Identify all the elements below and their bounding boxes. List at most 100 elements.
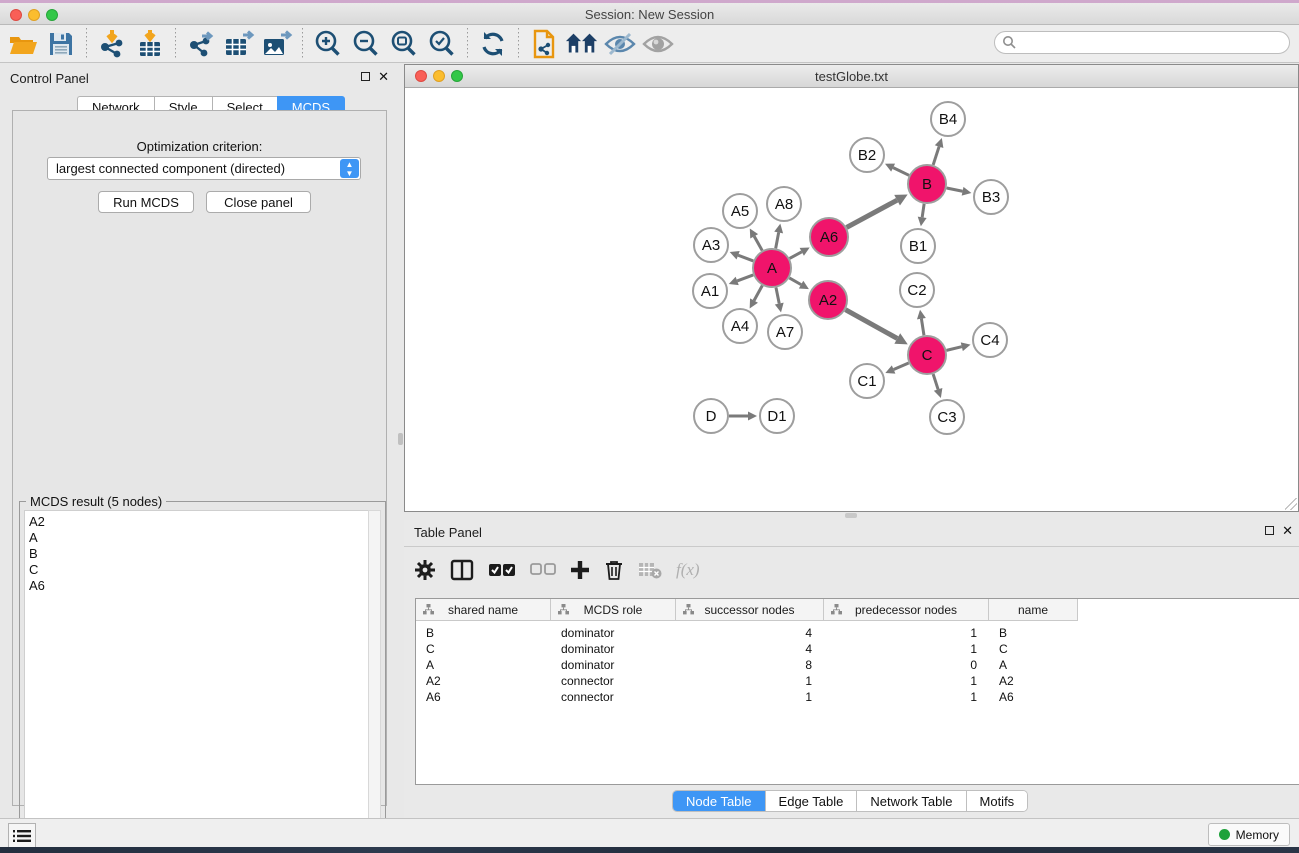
- graph-node-A8[interactable]: A8: [767, 187, 801, 221]
- delete-column-icon[interactable]: [604, 559, 624, 581]
- edge-A-A5[interactable]: [754, 236, 762, 250]
- column-header-predecessor-nodes[interactable]: predecessor nodes: [824, 599, 989, 621]
- graph-node-D1[interactable]: D1: [760, 399, 794, 433]
- window-resize-grip[interactable]: [1285, 498, 1297, 510]
- tab-edge-table[interactable]: Edge Table: [766, 791, 858, 811]
- search-input[interactable]: [994, 31, 1290, 54]
- close-panel-button[interactable]: Close panel: [206, 191, 311, 213]
- graph-node-D[interactable]: D: [694, 399, 728, 433]
- edge-A-A6[interactable]: [790, 252, 802, 259]
- float-table-panel-icon[interactable]: [1265, 526, 1274, 535]
- edge-B-B4[interactable]: [933, 147, 939, 165]
- graph-node-C3[interactable]: C3: [930, 400, 964, 434]
- result-scrollbar[interactable]: [368, 510, 381, 840]
- zoom-out-icon[interactable]: [349, 28, 383, 60]
- float-panel-icon[interactable]: [361, 72, 370, 81]
- graph-node-B2[interactable]: B2: [850, 138, 884, 172]
- save-session-icon[interactable]: [44, 28, 78, 60]
- tab-motifs[interactable]: Motifs: [967, 791, 1028, 811]
- vertical-split-handle[interactable]: [398, 433, 403, 445]
- tab-network-table[interactable]: Network Table: [857, 791, 966, 811]
- edge-B-B1[interactable]: [922, 204, 924, 218]
- column-header-name[interactable]: name: [989, 599, 1078, 621]
- export-network-icon[interactable]: [184, 28, 218, 60]
- edge-A6-B[interactable]: [847, 200, 898, 227]
- graph-node-A3[interactable]: A3: [694, 228, 728, 262]
- node-table-header: shared nameMCDS rolesuccessor nodesprede…: [416, 599, 1078, 621]
- export-image-icon[interactable]: [260, 28, 294, 60]
- graph-node-C4[interactable]: C4: [973, 323, 1007, 357]
- graph-node-A2[interactable]: A2: [809, 281, 847, 319]
- memory-button[interactable]: Memory: [1208, 823, 1290, 846]
- graph-node-A1[interactable]: A1: [693, 274, 727, 308]
- apply-layout-icon[interactable]: [476, 28, 510, 60]
- network-document-icon[interactable]: [527, 28, 561, 60]
- mcds-result-list[interactable]: A2ABCA6: [24, 510, 370, 840]
- task-history-button[interactable]: [8, 823, 36, 848]
- result-item[interactable]: A2: [29, 514, 369, 530]
- close-table-panel-icon[interactable]: ✕: [1282, 526, 1293, 535]
- result-item[interactable]: B: [29, 546, 369, 562]
- close-panel-icon[interactable]: ✕: [378, 72, 389, 81]
- graph-node-A5[interactable]: A5: [723, 194, 757, 228]
- graph-node-A4[interactable]: A4: [723, 309, 757, 343]
- toggle-column-panel-icon[interactable]: [450, 559, 474, 581]
- table-cell: B: [416, 625, 551, 641]
- table-row[interactable]: Adominator80A: [416, 657, 1078, 673]
- zoom-in-icon[interactable]: [311, 28, 345, 60]
- run-mcds-button[interactable]: Run MCDS: [98, 191, 194, 213]
- table-settings-gear-icon[interactable]: [414, 559, 436, 581]
- create-column-icon[interactable]: [570, 560, 590, 580]
- node-table[interactable]: shared nameMCDS rolesuccessor nodesprede…: [415, 598, 1299, 785]
- edge-C-C2[interactable]: [921, 319, 924, 336]
- home-icon[interactable]: [565, 28, 599, 60]
- table-row[interactable]: A2connector11A2: [416, 673, 1078, 689]
- graph-node-B3[interactable]: B3: [974, 180, 1008, 214]
- column-header-shared-name[interactable]: shared name: [416, 599, 551, 621]
- select-all-columns-icon[interactable]: [488, 562, 516, 578]
- graph-node-B1[interactable]: B1: [901, 229, 935, 263]
- table-row[interactable]: Cdominator41C: [416, 641, 1078, 657]
- graph-node-A7[interactable]: A7: [768, 315, 802, 349]
- edge-A-A2[interactable]: [789, 278, 801, 285]
- table-row[interactable]: Bdominator41B: [416, 625, 1078, 641]
- result-item[interactable]: C: [29, 562, 369, 578]
- edge-A-A4[interactable]: [754, 286, 762, 301]
- edge-B-B2[interactable]: [893, 168, 909, 176]
- zoom-selected-icon[interactable]: [425, 28, 459, 60]
- import-table-icon[interactable]: [133, 28, 167, 60]
- table-row[interactable]: A6connector11A6: [416, 689, 1078, 705]
- edge-C-C4[interactable]: [946, 347, 961, 351]
- network-window-titlebar[interactable]: testGlobe.txt: [405, 65, 1298, 88]
- graph-node-B[interactable]: B: [908, 165, 946, 203]
- graph-node-C1[interactable]: C1: [850, 364, 884, 398]
- open-session-icon[interactable]: [6, 28, 40, 60]
- hide-eye-icon[interactable]: [603, 28, 637, 60]
- edge-A-A7[interactable]: [776, 288, 779, 304]
- edge-A-A8[interactable]: [776, 233, 779, 249]
- tab-node-table[interactable]: Node Table: [673, 791, 766, 811]
- horizontal-split-handle[interactable]: [845, 513, 857, 518]
- network-graph-canvas[interactable]: B4 B2 B B3 B1 A5 A8 A6 A3 A A1 C2 A4 A7A2 C4 C C1 C3 D D1: [405, 88, 1298, 511]
- graph-node-C[interactable]: C: [908, 336, 946, 374]
- criterion-dropdown[interactable]: largest connected component (directed) ▲…: [47, 157, 361, 180]
- edge-B-B3[interactable]: [947, 188, 963, 191]
- graph-node-A6[interactable]: A6: [810, 218, 848, 256]
- edge-A-A3[interactable]: [738, 255, 753, 261]
- edge-C-C1[interactable]: [894, 363, 909, 370]
- edge-A-A1[interactable]: [737, 275, 753, 281]
- deselect-all-columns-icon[interactable]: [530, 563, 556, 577]
- graph-node-B4[interactable]: B4: [931, 102, 965, 136]
- svg-text:C4: C4: [980, 332, 999, 349]
- edge-A2-C[interactable]: [845, 310, 897, 339]
- column-header-MCDS-role[interactable]: MCDS role: [551, 599, 676, 621]
- zoom-fit-icon[interactable]: [387, 28, 421, 60]
- graph-node-C2[interactable]: C2: [900, 273, 934, 307]
- graph-node-A[interactable]: A: [753, 249, 791, 287]
- import-network-icon[interactable]: [95, 28, 129, 60]
- edge-C-C3[interactable]: [933, 374, 938, 389]
- column-header-successor-nodes[interactable]: successor nodes: [676, 599, 824, 621]
- export-table-icon[interactable]: [222, 28, 256, 60]
- result-item[interactable]: A6: [29, 578, 369, 594]
- result-item[interactable]: A: [29, 530, 369, 546]
